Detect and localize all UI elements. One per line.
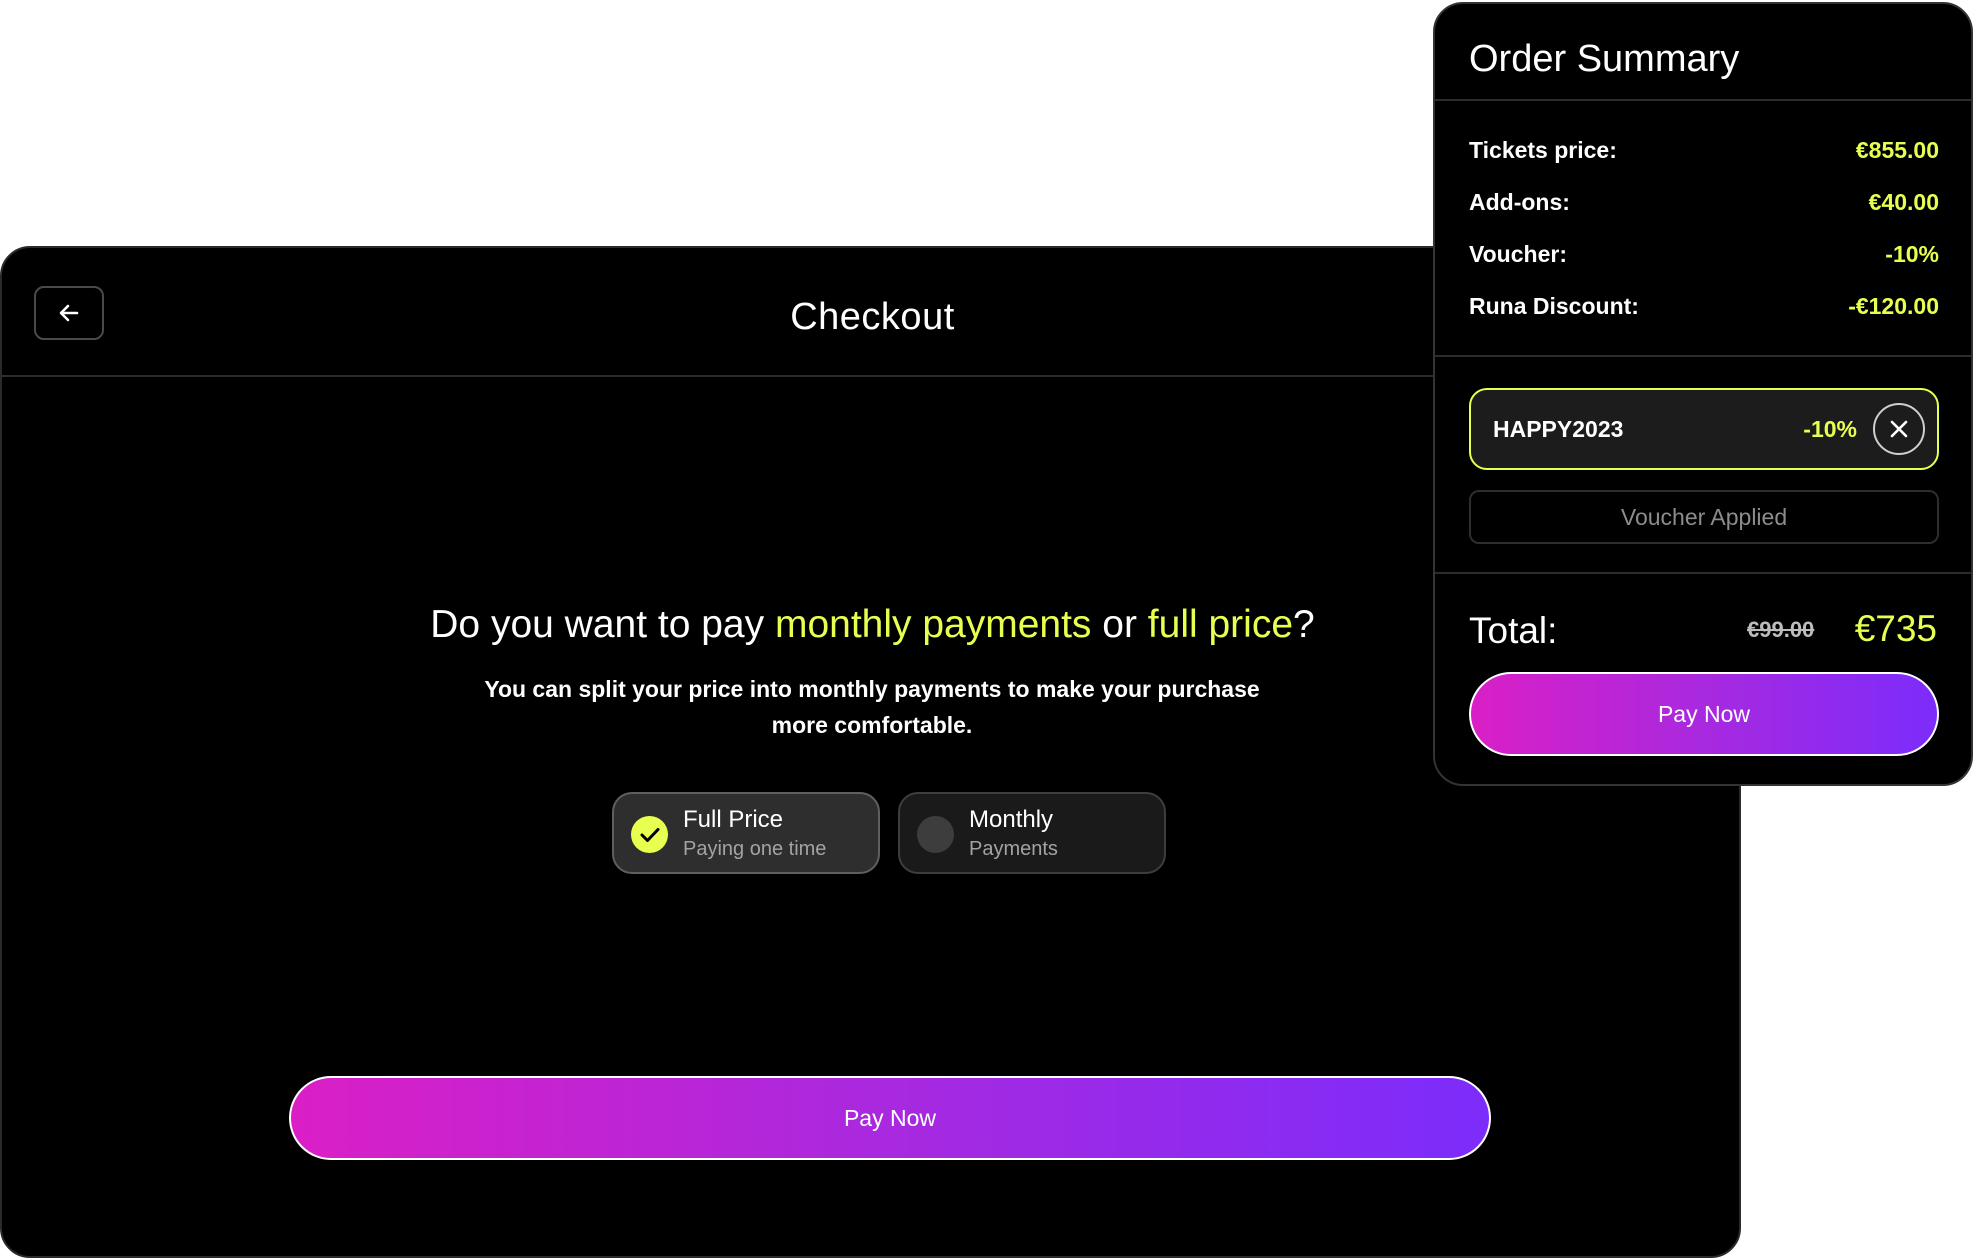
order-summary-panel: Order Summary Tickets price: €855.00 Add… (1433, 2, 1973, 786)
remove-voucher-button[interactable] (1873, 403, 1925, 455)
option-label: Monthly (969, 806, 1054, 833)
summary-row-tickets: Tickets price: €855.00 (1469, 137, 1939, 171)
row-label: Runa Discount: (1469, 293, 1639, 319)
voucher-applied-status: Voucher Applied (1469, 490, 1939, 544)
question-text: or (1091, 603, 1148, 646)
total-old-price: €99.00 (1747, 617, 1815, 642)
summary-title: Order Summary (1469, 38, 1740, 80)
question-text: Do you want to pay (430, 603, 775, 646)
row-value: €40.00 (1868, 189, 1939, 215)
row-label: Tickets price: (1469, 137, 1617, 163)
total-label: Total: (1469, 610, 1558, 651)
check-icon (640, 827, 659, 842)
question-highlight-monthly: monthly payments (774, 603, 1092, 646)
payment-subtitle: You can split your price into monthly pa… (484, 676, 1260, 738)
question-highlight-full: full price (1147, 603, 1294, 646)
pay-now-button[interactable]: Pay Now (289, 1076, 1491, 1160)
divider (1435, 355, 1971, 357)
row-value: -10% (1885, 241, 1939, 267)
option-full-price[interactable]: Full Price Paying one time (612, 792, 880, 874)
option-unselected-indicator (917, 816, 954, 853)
option-sublabel: Paying one time (683, 838, 827, 860)
close-icon (1890, 420, 1908, 438)
summary-pay-now-button[interactable]: Pay Now (1469, 672, 1939, 756)
question-text: ? (1293, 603, 1315, 646)
summary-row-addons: Add-ons: €40.00 (1469, 189, 1939, 223)
option-sublabel: Payments (969, 838, 1058, 860)
divider (1435, 99, 1971, 101)
option-monthly[interactable]: Monthly Payments (898, 792, 1166, 874)
divider (1435, 572, 1971, 574)
summary-row-runa-discount: Runa Discount: -€120.00 (1469, 293, 1939, 327)
voucher-discount: -10% (1803, 416, 1857, 442)
row-value: €855.00 (1855, 137, 1939, 163)
voucher-field[interactable]: HAPPY2023 -10% (1469, 388, 1939, 470)
voucher-code: HAPPY2023 (1493, 416, 1624, 442)
total-price: €735 (1854, 608, 1937, 649)
row-value: -€120.00 (1848, 293, 1939, 319)
row-label: Voucher: (1469, 241, 1567, 267)
summary-row-voucher: Voucher: -10% (1469, 241, 1939, 275)
row-label: Add-ons: (1469, 189, 1570, 215)
option-label: Full Price (683, 806, 784, 833)
option-selected-indicator (631, 816, 668, 853)
